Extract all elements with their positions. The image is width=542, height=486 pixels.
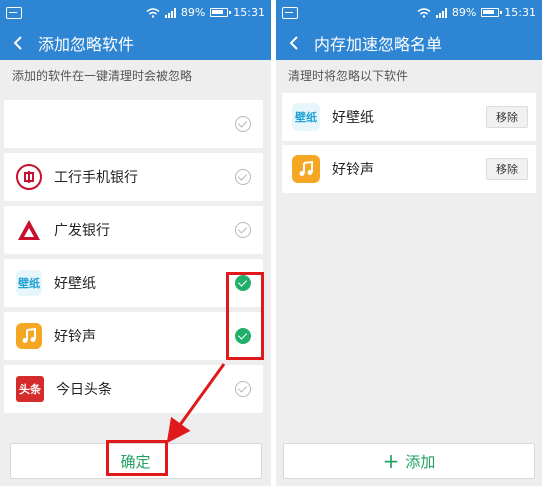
battery-percent: 89% [180, 6, 206, 19]
app-label: 好壁纸 [54, 276, 96, 292]
ignore-list: 壁纸 好壁纸 移除 好铃声 移除 [282, 93, 536, 197]
confirm-button[interactable]: 确定 [9, 443, 262, 479]
list-item[interactable]: 头条 今日头条 [4, 365, 263, 413]
page-title: 内存加速忽略名单 [314, 34, 443, 54]
list-item[interactable] [4, 100, 263, 148]
title-bar: 内存加速忽略名单 [276, 25, 542, 60]
app-label: 今日头条 [56, 382, 112, 398]
cgb-logo-icon [16, 217, 42, 243]
battery-icon [481, 8, 503, 17]
screenshot-notification-icon [6, 6, 22, 19]
plus-icon: + [382, 449, 400, 473]
toutiao-logo-icon: 头条 [16, 376, 44, 402]
wifi-icon [146, 7, 160, 18]
music-note-icon [292, 155, 320, 183]
clock: 15:31 [504, 6, 536, 19]
list-item[interactable]: 壁纸 好壁纸 [4, 259, 263, 307]
checkbox-checked[interactable] [235, 275, 251, 291]
battery-icon [210, 8, 232, 17]
bottom-bar: 确定 [0, 436, 271, 486]
cell-signal-icon [435, 7, 447, 18]
remove-button[interactable]: 移除 [486, 106, 528, 128]
checkbox[interactable] [235, 169, 251, 185]
list-item: 好铃声 移除 [282, 145, 536, 193]
list-item[interactable]: 工行手机银行 [4, 153, 263, 201]
right-phone-screen: 89% 15:31 内存加速忽略名单 清理时将忽略以下软件 壁纸 好壁纸 移除 … [276, 0, 542, 486]
add-button[interactable]: + 添加 [283, 443, 535, 479]
wifi-icon [417, 7, 431, 18]
bottom-bar: + 添加 [276, 436, 542, 486]
app-label: 广发银行 [54, 223, 110, 239]
clock: 15:31 [233, 6, 265, 19]
hint-text: 清理时将忽略以下软件 [288, 69, 409, 83]
list-item[interactable]: 好铃声 [4, 312, 263, 360]
list-item[interactable]: 广发银行 [4, 206, 263, 254]
remove-button[interactable]: 移除 [486, 158, 528, 180]
app-label: 好铃声 [332, 162, 374, 178]
cell-signal-icon [164, 7, 176, 18]
wallpaper-app-icon: 壁纸 [16, 270, 42, 296]
app-list: 工行手机银行 广发银行 壁纸 好壁纸 好铃声 头条 今日头条 [4, 100, 263, 418]
hint-text: 添加的软件在一键清理时会被忽略 [12, 69, 193, 83]
screenshot-notification-icon [282, 6, 298, 19]
icbc-logo-icon [16, 164, 42, 190]
page-title: 添加忽略软件 [38, 34, 135, 54]
status-bar: 89% 15:31 [276, 0, 542, 25]
checkbox[interactable] [235, 116, 251, 132]
app-label: 好壁纸 [332, 110, 374, 126]
wallpaper-app-icon: 壁纸 [292, 103, 320, 131]
add-button-label: 添加 [405, 452, 436, 471]
checkbox-checked[interactable] [235, 328, 251, 344]
list-item: 壁纸 好壁纸 移除 [282, 93, 536, 141]
title-bar: 添加忽略软件 [0, 25, 271, 60]
back-arrow-icon[interactable] [286, 34, 304, 52]
left-phone-screen: 89% 15:31 添加忽略软件 添加的软件在一键清理时会被忽略 工行手机银行 … [0, 0, 271, 486]
status-bar: 89% 15:31 [0, 0, 271, 25]
battery-percent: 89% [451, 6, 477, 19]
checkbox[interactable] [235, 222, 251, 238]
app-label: 好铃声 [54, 329, 96, 345]
app-label: 工行手机银行 [54, 170, 138, 186]
back-arrow-icon[interactable] [10, 34, 28, 52]
music-note-icon [16, 323, 42, 349]
checkbox[interactable] [235, 381, 251, 397]
